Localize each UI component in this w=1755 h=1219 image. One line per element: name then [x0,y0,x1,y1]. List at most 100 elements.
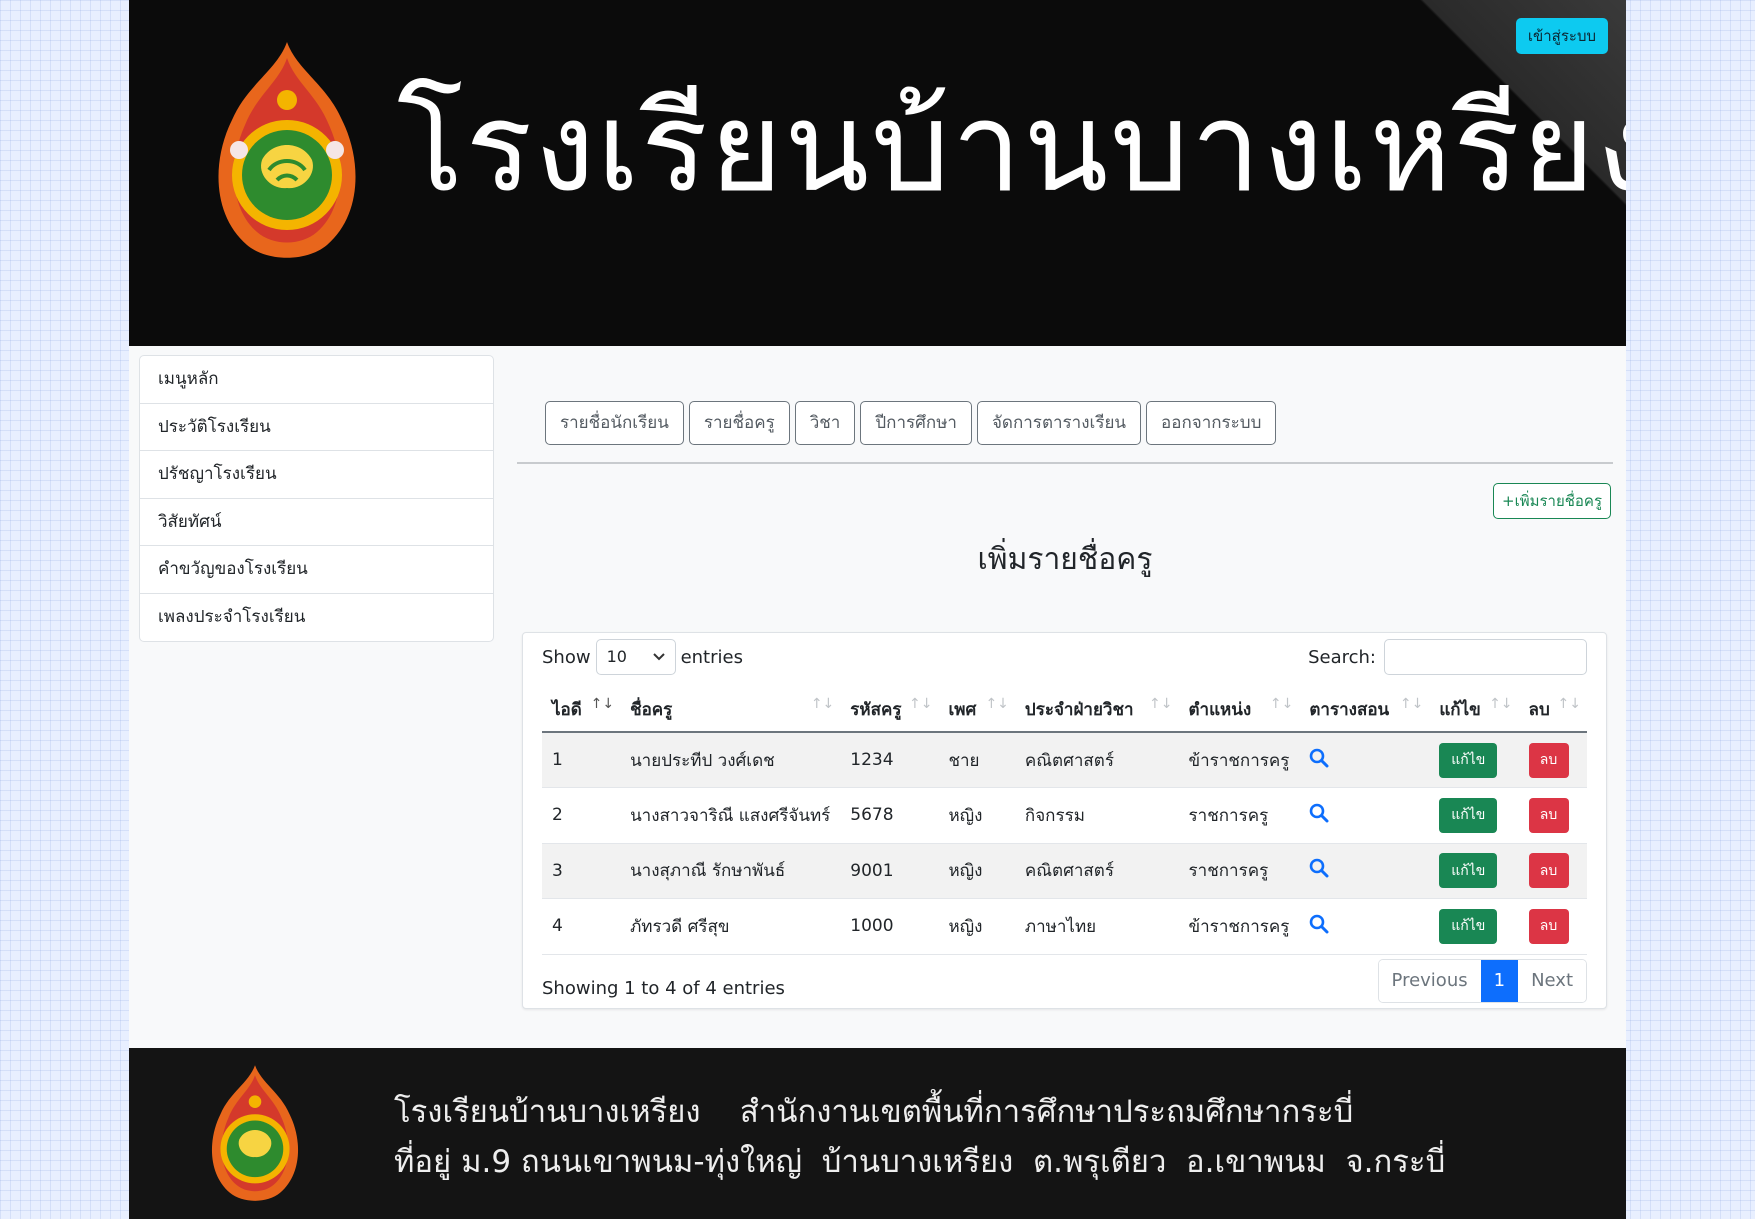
school-title: โรงเรียนบ้านบางเหรียง [397,76,1626,220]
school-emblem-icon [218,42,356,258]
table-info: Showing 1 to 4 of 4 entries [542,978,785,999]
cell-name: นายประทีป วงศ์เดช [620,732,841,788]
header-banner: โรงเรียนบ้านบางเหรียง เข้าสู่ระบบ [129,0,1626,346]
search-control: Search: [1308,639,1587,675]
cell-name: ภัทรวดี ศรีสุข [620,898,841,955]
search-icon[interactable] [1309,914,1329,934]
col-edit[interactable]: แก้ไข ↑↓ [1429,688,1519,733]
cell-schedule [1299,787,1430,844]
col-code[interactable]: รหัสครู ↑↓ [840,688,939,733]
sidebar-item-main-menu[interactable]: เมนูหลัก [140,356,493,404]
col-department[interactable]: ประจำฝ่ายวิชา ↑↓ [1014,688,1179,733]
tab-subjects[interactable]: วิชา [794,401,856,445]
cell-id: 4 [542,898,621,955]
sidebar-menu: เมนูหลัก ประวัติโรงเรียน ปรัชญาโรงเรียน … [139,355,494,642]
edit-button[interactable]: แก้ไข [1439,908,1498,944]
cell-gender: หญิง [938,843,1015,899]
cell-edit: แก้ไข [1429,787,1519,844]
pagination: Previous 1 Next [1377,959,1587,1003]
tab-teachers[interactable]: รายชื่อครู [688,401,790,445]
tab-schedule[interactable]: จัดการตารางเรียน [976,401,1142,445]
sort-icon: ↑↓ [1557,696,1581,712]
cell-name: นางสุภาณี รักษาพันธ์ [620,843,841,899]
col-id[interactable]: ไอดี ↑↓ [542,688,621,733]
tab-students[interactable]: รายชื่อนักเรียน [545,401,684,445]
sidebar-item-vision[interactable]: วิสัยทัศน์ [140,499,493,546]
page-length-select[interactable]: 10 [595,639,676,675]
cell-code: 9001 [840,843,939,899]
search-icon[interactable] [1309,748,1329,768]
footer-school-line: โรงเรียนบ้านบางเหรียง สำนักงานเขตพื้นที่… [394,1094,1354,1130]
footer: โรงเรียนบ้านบางเหรียง สำนักงานเขตพื้นที่… [129,1048,1626,1219]
sort-asc-icon: ↑↓ [590,696,615,712]
school-emblem-icon [211,1065,299,1201]
delete-button[interactable]: ลบ [1528,742,1569,778]
length-control: Show 10 entries [542,639,743,675]
col-name[interactable]: ชื่อครู ↑↓ [620,688,841,733]
cell-department: ภาษาไทย [1014,898,1179,955]
edit-button[interactable]: แก้ไข [1439,853,1498,889]
cell-id: 3 [542,843,621,899]
table-header-row: ไอดี ↑↓ ชื่อครู ↑↓ รหัสครู ↑↓ เพศ ↑↓ ประจำฝ่… [542,688,1587,733]
pagination-page-1[interactable]: 1 [1480,960,1519,1002]
search-icon[interactable] [1309,858,1329,878]
sort-icon: ↑↓ [1489,696,1513,712]
cell-gender: หญิง [938,898,1015,955]
cell-edit: แก้ไข [1429,898,1519,955]
table-row: 2 นางสาวจาริณี แสงศรีจันทร์ 5678 หญิง กิ… [542,787,1587,844]
nav-tabs: รายชื่อนักเรียน รายชื่อครู วิชา ปีการศึก… [545,401,1277,445]
col-schedule[interactable]: ตารางสอน ↑↓ [1299,688,1430,733]
sort-icon: ↑↓ [1269,696,1294,712]
edit-button[interactable]: แก้ไข [1439,797,1498,833]
cell-code: 1234 [840,732,939,788]
cell-position: ข้าราชการครู [1178,732,1300,788]
search-input[interactable] [1384,639,1587,675]
cell-edit: แก้ไข [1429,843,1519,899]
cell-position: ราชการครู [1178,843,1300,899]
delete-button[interactable]: ลบ [1528,908,1569,944]
footer-address-line: ที่อยู่ ม.9 ถนนเขาพนม-ทุ่งใหญ่ บ้านบางเห… [394,1144,1446,1180]
tab-academic-year[interactable]: ปีการศึกษา [860,401,972,445]
sidebar-item-history[interactable]: ประวัติโรงเรียน [140,404,493,451]
table-row: 1 นายประทีป วงศ์เดช 1234 ชาย คณิตศาสตร์ … [542,732,1587,788]
search-label: Search: [1308,646,1376,668]
sidebar-item-philosophy[interactable]: ปรัชญาโรงเรียน [140,451,493,499]
pagination-next[interactable]: Next [1518,960,1586,1002]
sort-icon: ↑↓ [985,696,1009,712]
cell-gender: หญิง [938,787,1015,844]
page-title: เพิ่มรายชื่อครู [977,542,1153,577]
delete-button[interactable]: ลบ [1528,853,1569,889]
cell-delete: ลบ [1518,898,1587,955]
pagination-previous[interactable]: Previous [1378,960,1481,1002]
edit-button[interactable]: แก้ไข [1439,742,1498,778]
sidebar-item-motto[interactable]: คำขวัญของโรงเรียน [140,546,493,594]
tab-logout[interactable]: ออกจากระบบ [1146,401,1277,445]
cell-department: คณิตศาสตร์ [1014,732,1179,788]
cell-department: กิจกรรม [1014,787,1179,844]
search-icon[interactable] [1309,803,1329,823]
col-delete[interactable]: ลบ ↑↓ [1518,688,1587,733]
entries-label: entries [680,646,743,668]
cell-position: ข้าราชการครู [1178,898,1300,955]
login-button[interactable]: เข้าสู่ระบบ [1515,18,1608,54]
cell-delete: ลบ [1518,787,1587,844]
sort-icon: ↑↓ [908,696,933,712]
sort-icon: ↑↓ [810,696,835,712]
col-position[interactable]: ตำแหน่ง ↑↓ [1178,688,1300,733]
cell-delete: ลบ [1518,843,1587,899]
teacher-table-card: Show 10 entries Search: ไอดี ↑↓ ชื่อครู ↑↓… [522,632,1607,1009]
show-label: Show [542,646,591,668]
col-gender[interactable]: เพศ ↑↓ [938,688,1015,733]
sort-icon: ↑↓ [1399,696,1424,712]
cell-schedule [1299,843,1430,899]
cell-edit: แก้ไข [1429,732,1519,788]
divider [517,462,1613,464]
cell-id: 1 [542,732,621,788]
add-teacher-button[interactable]: +เพิ่มรายชื่อครู [1493,483,1612,519]
sidebar-item-song[interactable]: เพลงประจำโรงเรียน [140,594,493,642]
table-row: 3 นางสุภาณี รักษาพันธ์ 9001 หญิง คณิตศาส… [542,843,1587,899]
cell-delete: ลบ [1518,732,1587,788]
delete-button[interactable]: ลบ [1528,797,1569,833]
cell-gender: ชาย [938,732,1015,788]
sort-icon: ↑↓ [1149,696,1173,712]
